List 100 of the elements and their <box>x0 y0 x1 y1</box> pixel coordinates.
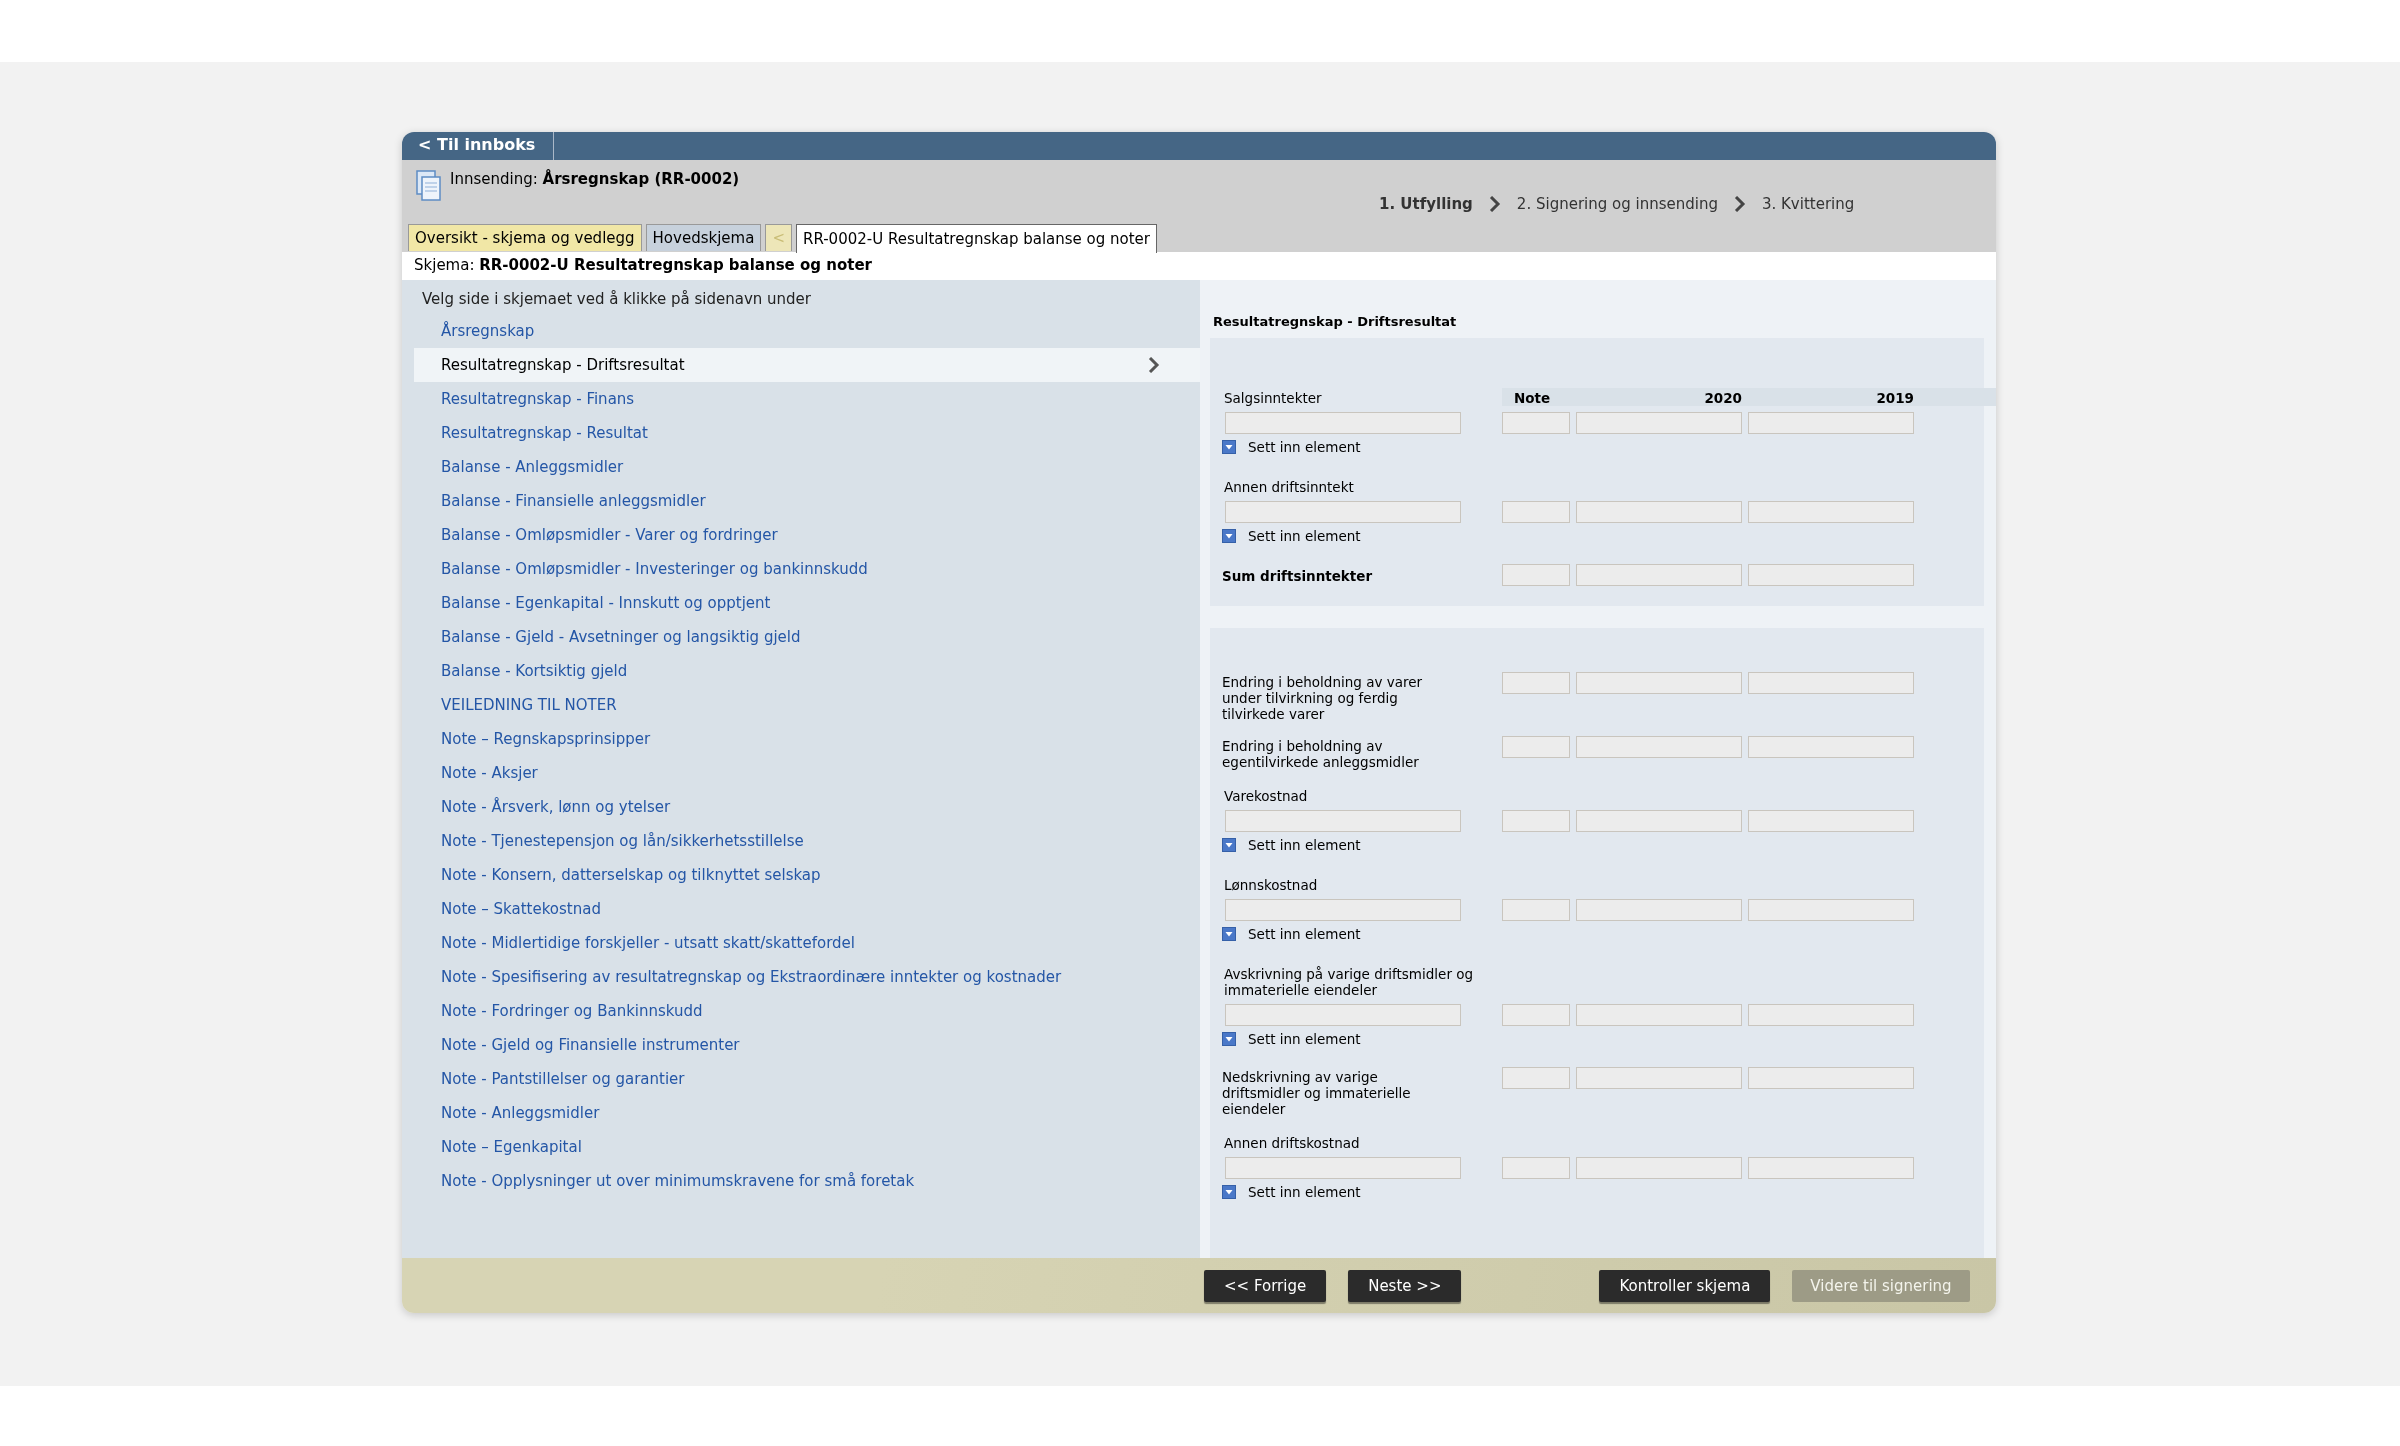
field-label: Lønnskostnad <box>1223 876 1319 895</box>
page-link[interactable]: Årsregnskap <box>414 314 1200 348</box>
dropdown-icon <box>1222 1032 1236 1046</box>
amount-field[interactable] <box>1748 810 1914 832</box>
field-label: Avskrivning på varige driftsmidler og immaterielle eiendeler <box>1223 965 1475 1000</box>
page-link[interactable]: Note - Opplysninger ut over minimumskravene for små foretak <box>414 1164 1200 1198</box>
amount-field[interactable] <box>1576 899 1742 921</box>
amount-field[interactable] <box>1748 564 1914 586</box>
page-link[interactable]: Note - Spesifisering av resultatregnskap og Ekstraordinære inntekter og kostnader <box>414 960 1200 994</box>
page-link[interactable]: Note - Anleggsmidler <box>414 1096 1200 1130</box>
note-field[interactable] <box>1502 1067 1570 1089</box>
amount-field[interactable] <box>1576 1067 1742 1089</box>
page-link[interactable]: Resultatregnskap - Driftsresultat <box>414 348 1200 382</box>
note-field[interactable] <box>1502 736 1570 758</box>
page-link[interactable]: Note – Skattekostnad <box>414 892 1200 926</box>
field-label: Annen driftsinntekt <box>1223 478 1355 497</box>
progress-step: 2. Signering og innsending <box>1516 195 1718 213</box>
page-link[interactable]: Balanse - Kortsiktig gjeld <box>414 654 1200 688</box>
note-field[interactable] <box>1502 412 1570 434</box>
dropdown-icon <box>1222 529 1236 543</box>
field-label: Varekostnad <box>1223 787 1309 806</box>
amount-field[interactable] <box>1748 1157 1914 1179</box>
insert-element-button[interactable]: Sett inn element <box>1222 523 1361 556</box>
page-link[interactable]: Note - Årsverk, lønn og ytelser <box>414 790 1200 824</box>
amount-field[interactable] <box>1748 1004 1914 1026</box>
note-field[interactable] <box>1502 672 1570 694</box>
page-link[interactable]: Resultatregnskap - Finans <box>414 382 1200 416</box>
progress-step: 1. Utfylling <box>1379 195 1473 213</box>
progress-step: 3. Kvittering <box>1761 195 1855 213</box>
page-link[interactable]: Resultatregnskap - Resultat <box>414 416 1200 450</box>
page-link[interactable]: Note - Konsern, datterselskap og tilknyttet selskap <box>414 858 1200 892</box>
page-list-hint: Velg side i skjemaet ved å klikke på sidenavn under <box>421 289 812 310</box>
note-field[interactable] <box>1502 899 1570 921</box>
nav-button[interactable]: Neste >> <box>1348 1269 1462 1302</box>
page-link[interactable]: Balanse - Egenkapital - Innskutt og opptjent <box>414 586 1200 620</box>
amount-field[interactable] <box>1748 1067 1914 1089</box>
field-label: Annen driftskostnad <box>1223 1134 1361 1153</box>
dropdown-icon <box>1222 1185 1236 1199</box>
page-link[interactable]: Note - Pantstillelser og garantier <box>414 1062 1200 1096</box>
submission-title: Innsending: Årsregnskap (RR-0002) <box>450 170 740 188</box>
dropdown-icon <box>1222 927 1236 941</box>
note-field[interactable] <box>1502 1157 1570 1179</box>
column-header: 2019 <box>1875 389 1914 406</box>
tab[interactable]: Oversikt - skjema og vedlegg <box>408 224 642 251</box>
field-label: Nedskrivning av varige driftsmidler og immaterielle eiendeler <box>1222 1068 1412 1119</box>
insert-element-button[interactable]: Sett inn element <box>1222 1179 1361 1212</box>
nav-button[interactable]: << Forrige <box>1204 1269 1327 1302</box>
page-link[interactable]: Note – Regnskapsprinsipper <box>414 722 1200 756</box>
page-link[interactable]: Note - Gjeld og Finansielle instrumenter <box>414 1028 1200 1062</box>
page-link[interactable]: Note - Fordringer og Bankinnskudd <box>414 994 1200 1028</box>
amount-field[interactable] <box>1576 810 1742 832</box>
note-field[interactable] <box>1502 564 1570 586</box>
amount-field[interactable] <box>1576 1157 1742 1179</box>
insert-element-button[interactable]: Sett inn element <box>1222 434 1361 467</box>
nav-button[interactable]: Kontroller skjema <box>1599 1269 1771 1302</box>
amount-field[interactable] <box>1576 1004 1742 1026</box>
page-link[interactable]: Balanse - Anleggsmidler <box>414 450 1200 484</box>
page-link[interactable]: Balanse - Omløpsmidler - Investeringer og bankinnskudd <box>414 552 1200 586</box>
amount-field[interactable] <box>1748 501 1914 523</box>
amount-field[interactable] <box>1576 412 1742 434</box>
sum-label: Sum driftsinntekter <box>1222 567 1374 586</box>
text-field[interactable] <box>1225 412 1461 434</box>
dropdown-icon <box>1222 440 1236 454</box>
page-link[interactable]: Balanse - Finansielle anleggsmidler <box>414 484 1200 518</box>
field-label: Endring i beholdning av varer under tilvirkning og ferdig tilvirkede varer <box>1222 673 1424 724</box>
amount-field[interactable] <box>1748 899 1914 921</box>
page-link[interactable]: VEILEDNING TIL NOTER <box>414 688 1200 722</box>
form-name: Skjema: RR-0002-U Resultatregnskap balanse og noter <box>402 252 1996 280</box>
page-link[interactable]: Note – Egenkapital <box>414 1130 1200 1164</box>
page-link[interactable]: Note - Aksjer <box>414 756 1200 790</box>
text-field[interactable] <box>1225 1004 1461 1026</box>
note-field[interactable] <box>1502 501 1570 523</box>
field-label: Salgsinntekter <box>1223 389 1323 408</box>
page-link[interactable]: Balanse - Gjeld - Avsetninger og langsiktig gjeld <box>414 620 1200 654</box>
amount-field[interactable] <box>1576 736 1742 758</box>
page-link[interactable]: Note - Tjenestepensjon og lån/sikkerhetsstillelse <box>414 824 1200 858</box>
chevron-icon <box>1733 196 1746 212</box>
tab[interactable]: Hovedskjema <box>645 224 762 251</box>
note-field[interactable] <box>1502 810 1570 832</box>
page-link[interactable]: Balanse - Omløpsmidler - Varer og fordringer <box>414 518 1200 552</box>
amount-field[interactable] <box>1576 564 1742 586</box>
amount-field[interactable] <box>1576 501 1742 523</box>
tab[interactable]: RR-0002-U Resultatregnskap balanse og noter <box>795 224 1157 253</box>
insert-element-button[interactable]: Sett inn element <box>1222 832 1361 865</box>
amount-field[interactable] <box>1748 412 1914 434</box>
amount-field[interactable] <box>1748 736 1914 758</box>
note-field[interactable] <box>1502 1004 1570 1026</box>
insert-element-button[interactable]: Sett inn element <box>1222 1026 1361 1059</box>
text-field[interactable] <box>1225 899 1461 921</box>
insert-element-button[interactable]: Sett inn element <box>1222 921 1361 954</box>
text-field[interactable] <box>1225 1157 1461 1179</box>
dropdown-icon <box>1222 838 1236 852</box>
text-field[interactable] <box>1225 810 1461 832</box>
document-icon <box>416 170 442 202</box>
chevron-icon <box>1488 196 1501 212</box>
page-link[interactable]: Note - Midlertidige forskjeller - utsatt skatt/skattefordel <box>414 926 1200 960</box>
field-label: Endring i beholdning av egentilvirkede anleggsmidler <box>1222 737 1420 772</box>
amount-field[interactable] <box>1576 672 1742 694</box>
amount-field[interactable] <box>1748 672 1914 694</box>
text-field[interactable] <box>1225 501 1461 523</box>
